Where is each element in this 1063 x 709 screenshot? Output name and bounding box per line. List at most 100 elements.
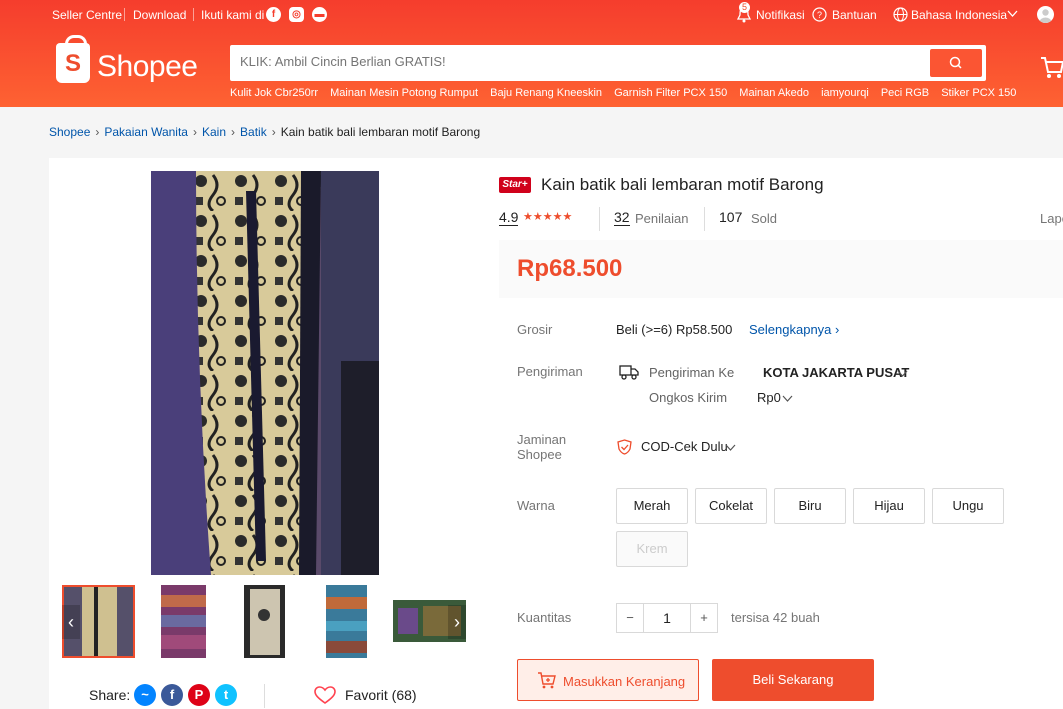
suggestion-link[interactable]: Garnish Filter PCX 150 [614, 87, 727, 99]
breadcrumb-link-kain[interactable]: Kain [202, 125, 226, 139]
rating-stars-icon: ★★★★★ [523, 211, 573, 223]
breadcrumb-link-batik[interactable]: Batik [240, 125, 267, 139]
chevron-down-icon[interactable] [725, 441, 736, 456]
favorite-count[interactable]: Favorit (68) [345, 687, 417, 703]
twitter-icon[interactable]: t [215, 684, 237, 706]
chevron-down-icon [1007, 8, 1018, 22]
chevron-down-icon[interactable] [782, 392, 793, 407]
facebook-share-icon[interactable]: f [161, 684, 183, 706]
search-input[interactable] [240, 54, 920, 69]
guarantee-label-line-1: Jaminan [517, 432, 567, 447]
sold-label: Sold [751, 211, 778, 226]
color-option-ungu[interactable]: Ungu [932, 488, 1004, 524]
color-option-merah[interactable]: Merah [616, 488, 688, 524]
facebook-icon[interactable]: f [266, 7, 281, 22]
breadcrumb-link-pakaian-wanita[interactable]: Pakaian Wanita [104, 125, 188, 139]
line-icon[interactable]: ▬ [312, 7, 327, 22]
truck-icon [619, 364, 639, 383]
color-label: Warna [517, 498, 555, 513]
help-link[interactable]: Bantuan [832, 8, 877, 22]
rating-value[interactable]: 4.9 [499, 209, 519, 226]
quantity-increase-button[interactable]: + [690, 603, 718, 633]
shopee-logo-text[interactable]: Shopee [97, 50, 198, 84]
suggestion-link[interactable]: Stiker PCX 150 [941, 87, 1016, 99]
shield-check-icon [617, 439, 632, 458]
ship-to-select[interactable]: KOTA JAKARTA PUSAT [763, 365, 909, 380]
svg-text:?: ? [817, 10, 822, 20]
more-link-label: Selengkapnya [749, 322, 832, 337]
search-button[interactable] [930, 49, 982, 77]
thumbnail-next-arrow[interactable]: › [448, 605, 466, 639]
buy-now-button[interactable]: Beli Sekarang [712, 659, 874, 701]
quantity-input[interactable]: 1 [643, 603, 691, 633]
guarantee-label-line-2: Shopee [517, 447, 562, 462]
notifications-link[interactable]: Notifikasi [756, 8, 805, 22]
suggestion-link[interactable]: Baju Renang Kneeskin [490, 87, 602, 99]
chevron-down-icon[interactable] [897, 367, 908, 382]
heart-icon[interactable] [314, 686, 336, 708]
divider [704, 207, 705, 231]
search-icon [949, 56, 962, 69]
cart-plus-icon [537, 672, 556, 693]
seller-centre-link[interactable]: Seller Centre [52, 8, 122, 22]
product-main-image[interactable] [151, 171, 379, 575]
top-bar: Seller Centre Download Ikuti kami di f ◎… [0, 0, 1063, 30]
thumbnail-2[interactable] [161, 585, 206, 658]
reviews-label[interactable]: Penilaian [635, 211, 689, 226]
thumbnail-3[interactable] [244, 585, 285, 658]
user-avatar-icon[interactable] [1037, 6, 1054, 23]
download-link[interactable]: Download [133, 8, 186, 22]
suggestion-link[interactable]: iamyourqi [821, 87, 869, 99]
share-label: Share: [89, 687, 131, 703]
messenger-icon[interactable]: ~ [134, 684, 156, 706]
wholesale-more-link[interactable]: Selengkapnya › [749, 322, 839, 337]
shopee-logo-icon[interactable]: S [56, 35, 90, 83]
divider [193, 8, 194, 21]
help-icon[interactable]: ? [812, 7, 827, 25]
reviews-count[interactable]: 32 [614, 209, 630, 226]
search-suggestions: Kulit Jok Cbr250rr Mainan Mesin Potong R… [230, 87, 1025, 99]
divider [124, 8, 125, 21]
chevron-right-icon: › [95, 125, 100, 139]
ship-cost-label: Ongkos Kirim [649, 390, 728, 405]
breadcrumb-link-shopee[interactable]: Shopee [49, 125, 90, 139]
product-title: Kain batik bali lembaran motif Barong [541, 175, 824, 194]
suggestion-link[interactable]: Mainan Akedo [739, 87, 809, 99]
quantity-label: Kuantitas [517, 610, 572, 625]
product-price: Rp68.500 [517, 255, 623, 282]
report-link[interactable]: Lapor [1040, 211, 1063, 226]
suggestion-link[interactable]: Mainan Mesin Potong Rumput [330, 87, 478, 99]
chevron-right-icon: › [271, 125, 276, 139]
color-option-hijau[interactable]: Hijau [853, 488, 925, 524]
language-select[interactable]: Bahasa Indonesia [911, 8, 1007, 22]
color-option-cokelat[interactable]: Cokelat [695, 488, 767, 524]
suggestion-link[interactable]: Kulit Jok Cbr250rr [230, 87, 318, 99]
ship-to-label: Pengiriman Ke [649, 365, 735, 380]
chevron-right-icon: › [231, 125, 236, 139]
thumbnail-4[interactable] [326, 585, 367, 658]
sold-count: 107 [719, 209, 743, 225]
pinterest-icon[interactable]: P [188, 684, 210, 706]
star-plus-badge: Star+ [499, 177, 531, 193]
wholesale-value: Beli (>=6) Rp58.500 [616, 322, 733, 337]
shipping-label: Pengiriman [517, 364, 583, 379]
breadcrumb-current: Kain batik bali lembaran motif Barong [280, 125, 481, 139]
color-option-biru[interactable]: Biru [774, 488, 846, 524]
add-to-cart-button[interactable]: Masukkan Keranjang [517, 659, 699, 701]
globe-icon[interactable] [893, 7, 908, 25]
cart-icon[interactable] [1040, 56, 1063, 83]
stock-remaining: tersisa 42 buah [731, 610, 820, 625]
instagram-icon[interactable]: ◎ [289, 7, 304, 22]
guarantee-value[interactable]: COD-Cek Dulu [641, 439, 728, 454]
ship-cost-value[interactable]: Rp0 [757, 390, 781, 405]
search-bar [230, 45, 986, 81]
wholesale-label: Grosir [517, 322, 553, 337]
thumbnail-prev-arrow[interactable]: ‹ [62, 605, 80, 639]
notification-count-badge: 5 [739, 2, 751, 13]
chevron-right-icon: › [192, 125, 197, 139]
quantity-decrease-button[interactable]: − [616, 603, 644, 633]
divider [264, 684, 265, 708]
suggestion-link[interactable]: Peci RGB [881, 87, 929, 99]
follow-label: Ikuti kami di [201, 8, 265, 22]
breadcrumb: Shopee › Pakaian Wanita › Kain › Batik › Kain ba… [49, 125, 480, 139]
